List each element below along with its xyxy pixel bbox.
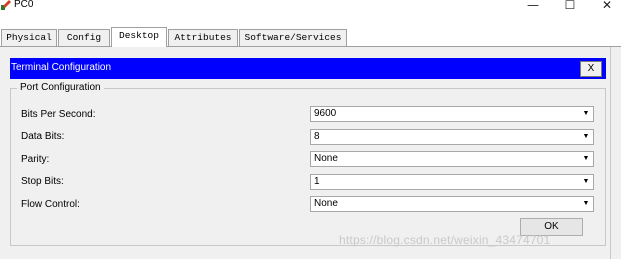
parity-select[interactable]: None ▼: [310, 151, 594, 167]
tab-physical[interactable]: Physical: [1, 29, 57, 46]
title-bar: PC0 — ☐ ✕: [0, 0, 621, 22]
flow-control-label: Flow Control:: [21, 199, 80, 210]
close-window-button[interactable]: ✕: [592, 0, 621, 13]
data-bits-select[interactable]: 8 ▼: [310, 129, 594, 145]
terminal-config-header: Terminal Configuration X: [10, 58, 606, 79]
terminal-config-title: Terminal Configuration: [11, 62, 112, 73]
desktop-panel: Terminal Configuration X Port Configurat…: [0, 46, 621, 259]
dropdown-arrow-icon[interactable]: ▼: [581, 131, 591, 143]
data-bits-label: Data Bits:: [21, 131, 65, 142]
panel-divider: [610, 47, 611, 259]
parity-value: None: [314, 153, 338, 164]
data-bits-value: 8: [314, 131, 320, 142]
bits-per-second-select[interactable]: 9600 ▼: [310, 106, 594, 122]
window-title: PC0: [14, 0, 34, 10]
tab-attributes[interactable]: Attributes: [168, 29, 238, 46]
stop-bits-select[interactable]: 1 ▼: [310, 174, 594, 190]
tab-software-services[interactable]: Software/Services: [239, 29, 347, 46]
dropdown-arrow-icon[interactable]: ▼: [581, 176, 591, 188]
maximize-button[interactable]: ☐: [555, 0, 585, 13]
watermark-text: https://blog.csdn.net/weixin_43474701: [339, 233, 551, 247]
packet-tracer-app-icon: [1, 0, 11, 10]
close-terminal-config-button[interactable]: X: [580, 61, 602, 77]
dropdown-arrow-icon[interactable]: ▼: [581, 198, 591, 210]
tab-strip: Physical Config Desktop Attributes Softw…: [0, 27, 621, 47]
tab-desktop[interactable]: Desktop: [111, 27, 167, 47]
port-configuration-group: Port Configuration Bits Per Second: 9600…: [10, 82, 606, 246]
minimize-button[interactable]: —: [518, 0, 548, 13]
dropdown-arrow-icon[interactable]: ▼: [581, 108, 591, 120]
flow-control-value: None: [314, 198, 338, 209]
bits-per-second-value: 9600: [314, 108, 337, 119]
flow-control-select[interactable]: None ▼: [310, 196, 594, 212]
stop-bits-value: 1: [314, 176, 320, 187]
tab-config[interactable]: Config: [58, 29, 110, 46]
dropdown-arrow-icon[interactable]: ▼: [581, 153, 591, 165]
parity-label: Parity:: [21, 154, 50, 165]
stop-bits-label: Stop Bits:: [21, 176, 64, 187]
port-configuration-label: Port Configuration: [17, 82, 104, 94]
bits-per-second-label: Bits Per Second:: [21, 109, 96, 120]
